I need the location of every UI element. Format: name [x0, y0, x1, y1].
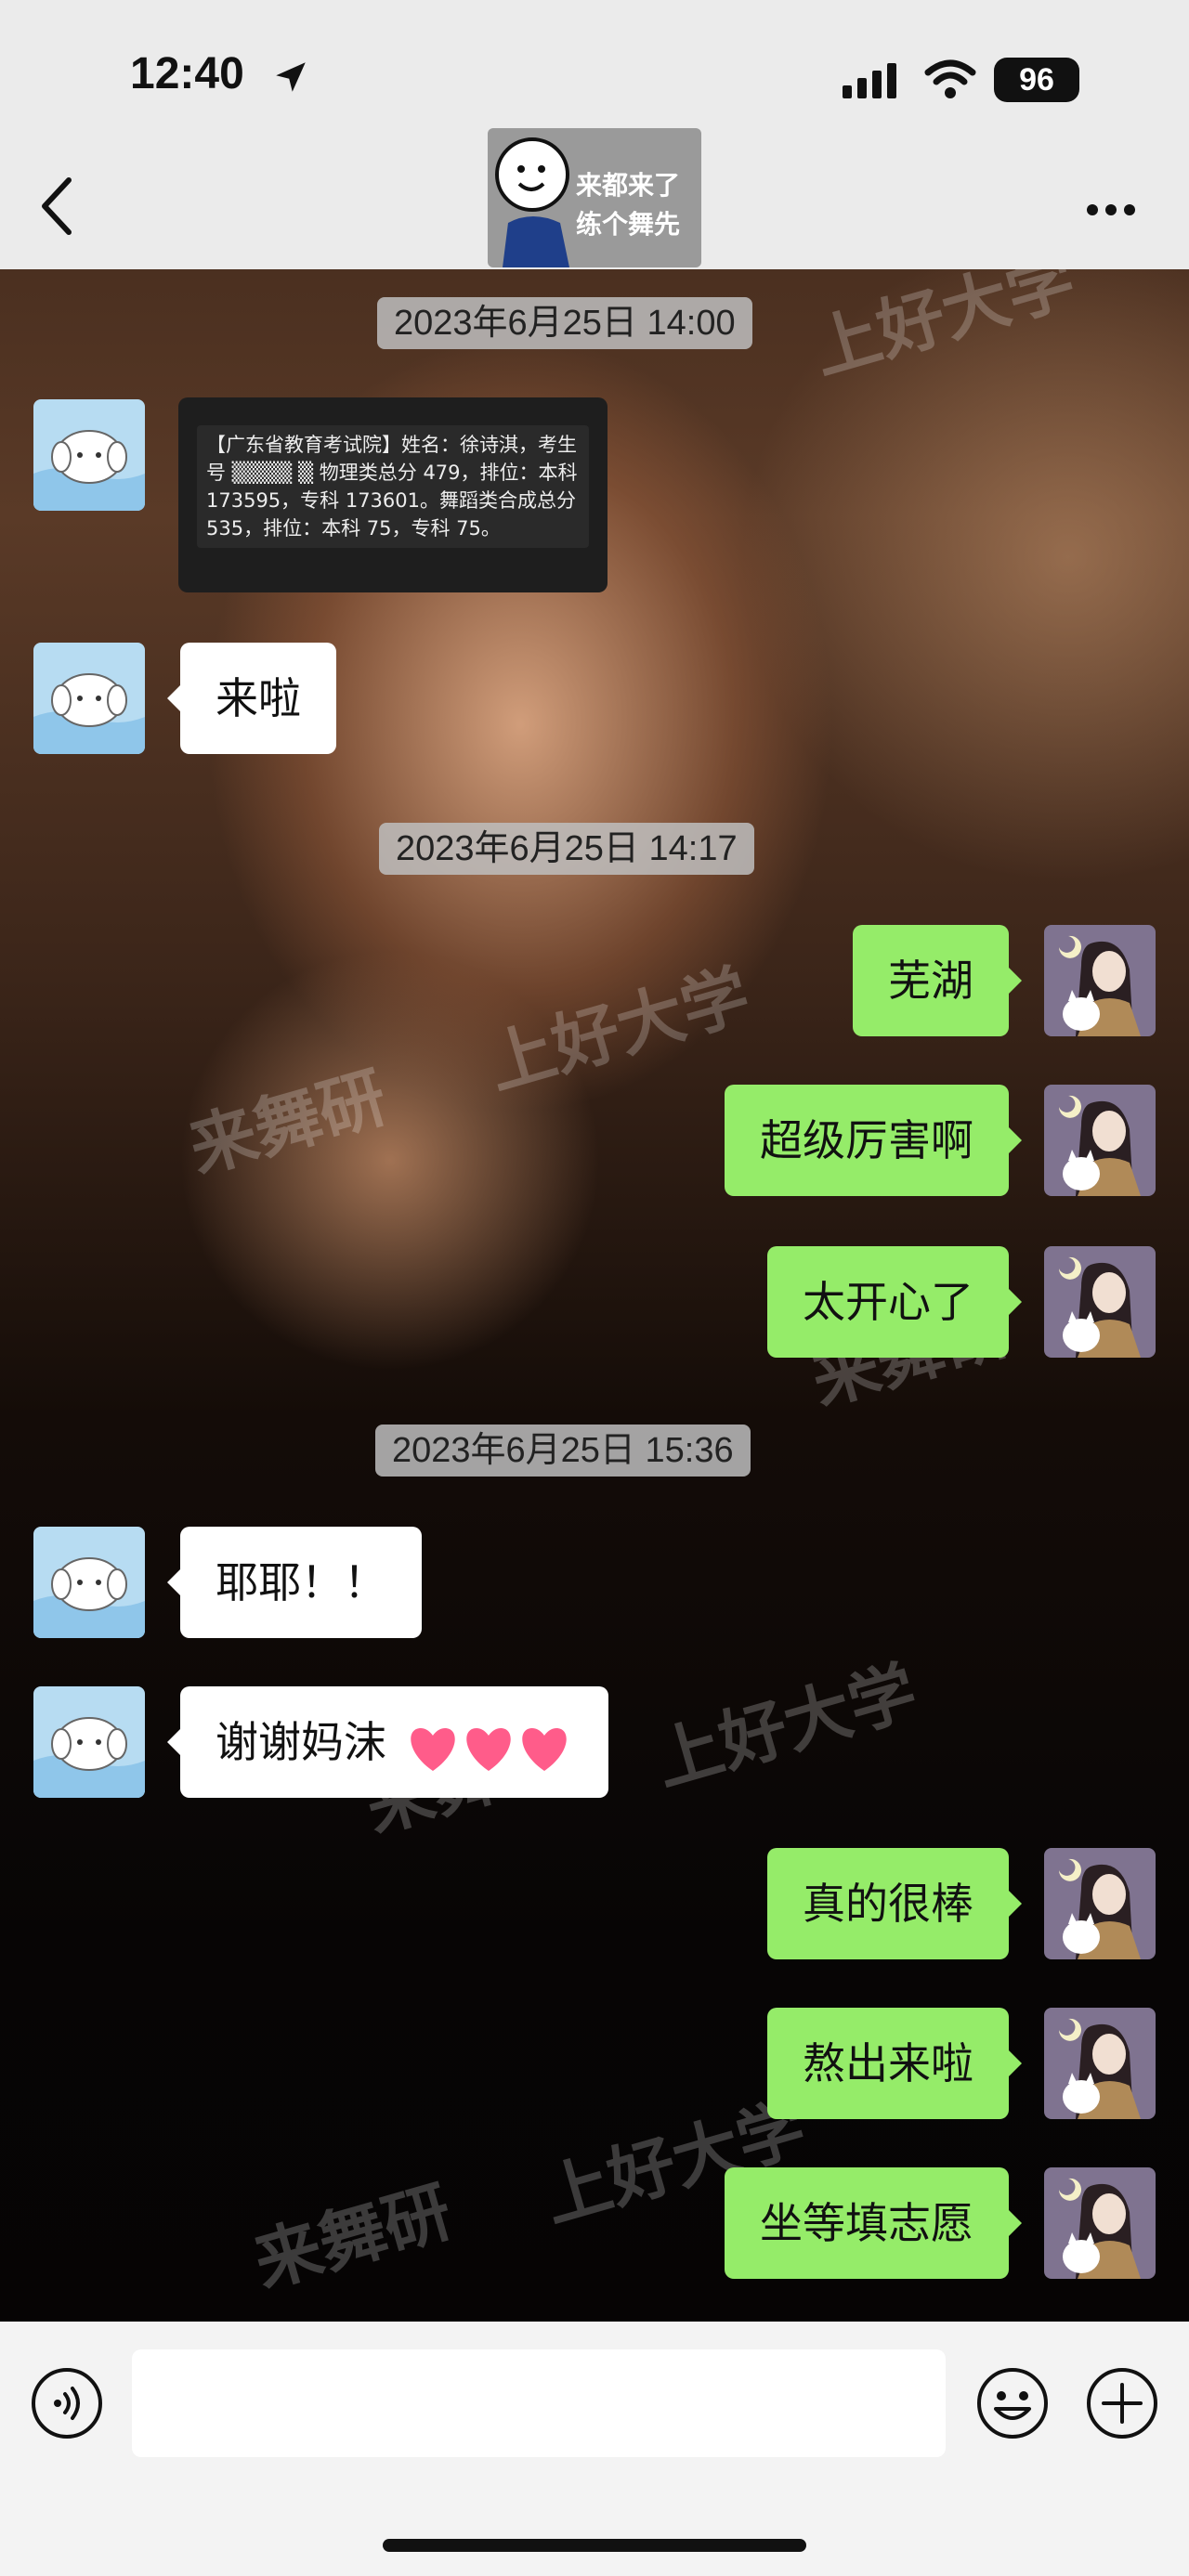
self-avatar[interactable]: [1044, 1848, 1156, 1959]
girl-cat-avatar-icon: [1059, 2018, 1141, 2119]
self-avatar[interactable]: [1044, 2008, 1156, 2119]
message-bubble[interactable]: 耶耶！！: [167, 1527, 422, 1638]
sms-text: 【广东省教育考试院】姓名：徐诗淇，考生号 ▒▒▒▒ ▒ 物理类总分 479，排位…: [197, 425, 589, 548]
message-bubble[interactable]: 熬出来啦: [767, 2008, 1022, 2119]
heart-icon: [410, 1728, 455, 1771]
contact-avatar[interactable]: [33, 1527, 145, 1638]
home-indicator[interactable]: [383, 2539, 806, 2552]
image-message[interactable]: 【广东省教育考试院】姓名：徐诗淇，考生号 ▒▒▒▒ ▒ 物理类总分 479，排位…: [178, 397, 608, 592]
sticker-caption-line1: 来都来了: [576, 170, 681, 201]
message-bubble[interactable]: 芜湖: [853, 925, 1022, 1036]
timestamp: 2023年6月25日 15:36: [375, 1425, 751, 1477]
dog-avatar-icon: [33, 1717, 145, 1798]
contact-avatar[interactable]: [33, 399, 145, 511]
sticker-caption-line2: 练个舞先: [576, 209, 681, 240]
message-bubble[interactable]: 来啦: [167, 643, 336, 754]
signal-icon: [843, 63, 896, 98]
contact-avatar[interactable]: [33, 1686, 145, 1798]
contact-avatar[interactable]: [33, 643, 145, 754]
heart-icon: [465, 1728, 511, 1771]
message-bubble[interactable]: 坐等填志愿: [725, 2167, 1022, 2279]
dog-avatar-icon: [33, 673, 145, 754]
wifi-icon: [924, 59, 976, 98]
more-options-icon[interactable]: [1085, 202, 1137, 217]
message-input-bar: [0, 2322, 1189, 2576]
stick-figure-icon: [495, 137, 569, 267]
chat-title-sticker: 来都来了 练个舞先: [488, 128, 701, 267]
plus-icon[interactable]: [1085, 2366, 1159, 2440]
message-bubble[interactable]: 超级厉害啊: [725, 1085, 1022, 1196]
self-avatar[interactable]: [1044, 2167, 1156, 2279]
girl-cat-avatar-icon: [1059, 935, 1141, 1036]
girl-cat-avatar-icon: [1059, 1858, 1141, 1959]
location-arrow-icon: [276, 62, 306, 92]
self-avatar[interactable]: [1044, 925, 1156, 1036]
self-avatar[interactable]: [1044, 1085, 1156, 1196]
battery-indicator: 96: [994, 58, 1079, 102]
message-input[interactable]: [132, 2349, 946, 2457]
timestamp: 2023年6月25日 14:00: [377, 297, 752, 349]
girl-cat-avatar-icon: [1059, 1256, 1141, 1358]
timestamp: 2023年6月25日 14:17: [379, 823, 754, 875]
girl-cat-avatar-icon: [1059, 1095, 1141, 1196]
clock: 12:40: [130, 49, 244, 98]
message-text: 谢谢妈沫: [216, 1717, 386, 1767]
dog-avatar-icon: [33, 1557, 145, 1638]
dog-avatar-icon: [33, 430, 145, 511]
message-bubble[interactable]: 谢谢妈沫: [167, 1686, 608, 1798]
self-avatar[interactable]: [1044, 1246, 1156, 1358]
girl-cat-avatar-icon: [1059, 2178, 1141, 2279]
message-bubble[interactable]: 真的很棒: [767, 1848, 1022, 1959]
hearts-emoji-group: [406, 1690, 573, 1802]
back-chevron-icon[interactable]: [39, 176, 76, 236]
heart-icon: [521, 1728, 567, 1771]
emoji-icon[interactable]: [975, 2366, 1050, 2440]
message-bubble[interactable]: 太开心了: [767, 1246, 1022, 1358]
voice-input-icon[interactable]: [30, 2366, 104, 2440]
